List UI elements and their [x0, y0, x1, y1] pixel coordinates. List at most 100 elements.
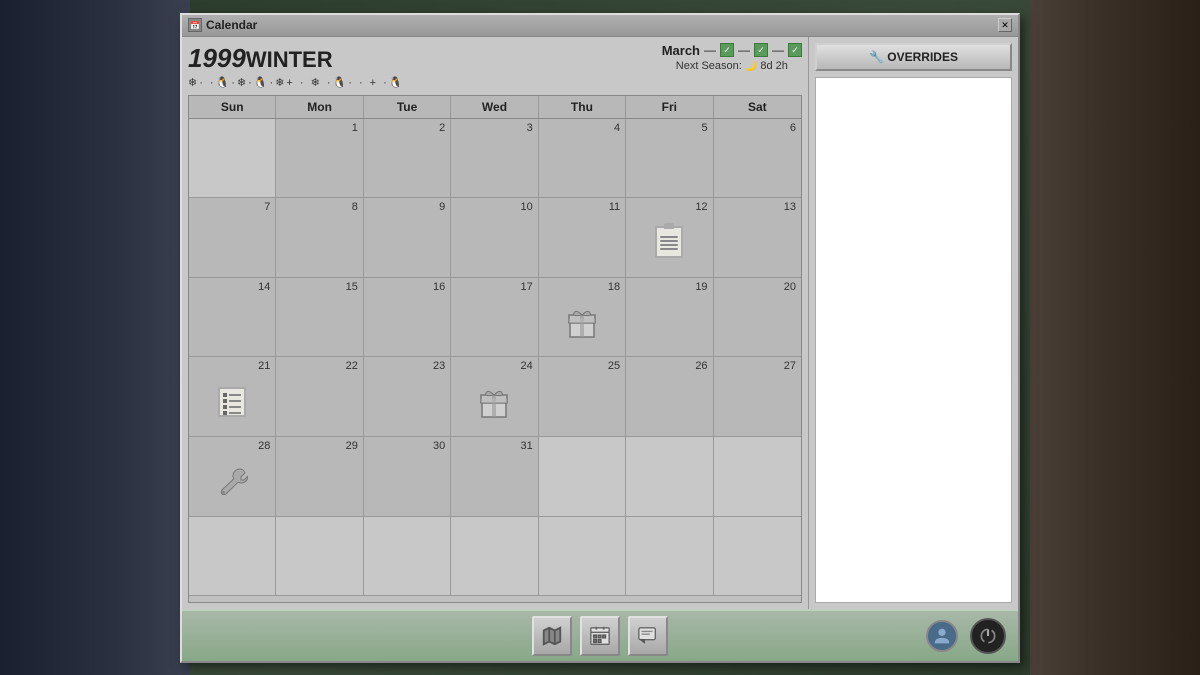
calendar-cell[interactable]: 23 — [364, 357, 451, 437]
calendar-cell[interactable] — [539, 437, 626, 517]
next-season: Next Season: 🌙 8d 2h — [662, 60, 802, 72]
cell-day-number: 2 — [439, 122, 445, 134]
calendar-cell[interactable]: 2 — [364, 119, 451, 199]
calendar-cell[interactable]: 28 — [189, 437, 276, 517]
calendar-cell[interactable] — [189, 517, 276, 597]
calendar-cell[interactable] — [714, 517, 801, 597]
cell-day-number: 6 — [790, 122, 796, 134]
calendar-cell[interactable]: 30 — [364, 437, 451, 517]
calendar-cell[interactable]: 25 — [539, 357, 626, 437]
season-label: WINTER — [246, 47, 333, 73]
cell-day-number: 11 — [609, 201, 620, 213]
header-wed: Wed — [451, 96, 538, 118]
dash1: — — [704, 43, 716, 57]
calendar-header: 1999 WINTER ❄· ·🐧·❄·🐧·❄+ · ❄ ·🐧· · + ·🐧 … — [188, 43, 802, 89]
cell-day-number: 8 — [352, 201, 358, 213]
calendar-cell[interactable]: 26 — [626, 357, 713, 437]
header-sat: Sat — [714, 96, 801, 118]
cell-day-number: 13 — [784, 201, 796, 213]
month-label: March — [662, 43, 700, 58]
cell-day-number: 5 — [701, 122, 707, 134]
calendar-cell[interactable]: 8 — [276, 198, 363, 278]
gift-icon — [478, 385, 510, 419]
cell-day-number: 29 — [346, 440, 358, 452]
calendar-cell[interactable]: 16 — [364, 278, 451, 358]
map-button[interactable] — [532, 616, 572, 656]
calendar-window: 📅 Calendar ✕ 1999 WINTER ❄· ·🐧·❄·🐧·❄+ · … — [180, 13, 1020, 663]
cell-day-number: 19 — [695, 281, 707, 293]
header-tue: Tue — [364, 96, 451, 118]
cell-day-number: 1 — [352, 122, 358, 134]
calendar-cell[interactable]: 17 — [451, 278, 538, 358]
cell-day-number: 28 — [258, 440, 270, 452]
power-button[interactable] — [970, 618, 1006, 654]
user-avatar — [926, 620, 958, 652]
calendar-cell[interactable]: 4 — [539, 119, 626, 199]
calendar-cell[interactable]: 24 — [451, 357, 538, 437]
cell-day-number: 4 — [614, 122, 620, 134]
calendar-cell[interactable] — [451, 517, 538, 597]
calendar-cell[interactable] — [714, 437, 801, 517]
sidebar-panel: 🔧 OVERRIDES — [808, 37, 1018, 609]
chat-button[interactable] — [628, 616, 668, 656]
calendar-cell[interactable] — [626, 437, 713, 517]
cell-day-number: 22 — [346, 360, 358, 372]
calendar-grid: 123456789101112 131415161718 — [189, 119, 801, 597]
cell-day-number: 27 — [784, 360, 796, 372]
calendar-cell[interactable] — [189, 119, 276, 199]
calendar-cell[interactable]: 21 — [189, 357, 276, 437]
calendar-cell[interactable]: 15 — [276, 278, 363, 358]
calendar-cell[interactable] — [276, 517, 363, 597]
check1: ✓ — [720, 43, 734, 57]
screen-background: 📅 Calendar ✕ 1999 WINTER ❄· ·🐧·❄·🐧·❄+ · … — [0, 0, 1200, 675]
penguin-decoration: ❄· ·🐧·❄·🐧·❄+ · ❄ ·🐧· · + ·🐧 — [188, 76, 405, 89]
calendar-cell[interactable]: 9 — [364, 198, 451, 278]
moon-icon: 🌙 — [745, 61, 757, 72]
calendar-cell[interactable]: 5 — [626, 119, 713, 199]
calendar-cell[interactable]: 12 — [626, 198, 713, 278]
gift-icon — [566, 305, 598, 339]
calendar-cell[interactable] — [364, 517, 451, 597]
calendar-cell[interactable]: 14 — [189, 278, 276, 358]
overrides-button[interactable]: 🔧 OVERRIDES — [815, 43, 1012, 71]
year-season: 1999 WINTER — [188, 43, 405, 74]
cell-day-number: 12 — [695, 201, 707, 213]
calendar-cell[interactable]: 6 — [714, 119, 801, 199]
wrench-icon — [216, 465, 248, 497]
dash2: — — [738, 43, 750, 57]
calendar-cell[interactable]: 7 — [189, 198, 276, 278]
cell-day-number: 23 — [433, 360, 445, 372]
window-icon: 📅 — [188, 18, 202, 32]
check2: ✓ — [754, 43, 768, 57]
cell-day-number: 18 — [608, 281, 620, 293]
calendar-cell[interactable]: 13 — [714, 198, 801, 278]
list-icon — [218, 387, 246, 417]
header-sun: Sun — [189, 96, 276, 118]
calendar-cell[interactable]: 18 — [539, 278, 626, 358]
calendar-cell[interactable]: 19 — [626, 278, 713, 358]
calendar-button[interactable] — [580, 616, 620, 656]
calendar-cell[interactable]: 11 — [539, 198, 626, 278]
calendar-cell[interactable]: 27 — [714, 357, 801, 437]
cell-day-number: 7 — [264, 201, 270, 213]
calendar-cell[interactable]: 3 — [451, 119, 538, 199]
calendar-cell[interactable]: 31 — [451, 437, 538, 517]
cell-day-number: 31 — [520, 440, 532, 452]
calendar-area: 1999 WINTER ❄· ·🐧·❄·🐧·❄+ · ❄ ·🐧· · + ·🐧 … — [182, 37, 808, 609]
cell-day-number: 20 — [784, 281, 796, 293]
header-fri: Fri — [626, 96, 713, 118]
calendar-cell[interactable] — [539, 517, 626, 597]
calendar-cell[interactable]: 20 — [714, 278, 801, 358]
close-button[interactable]: ✕ — [998, 18, 1012, 32]
calendar-cell[interactable]: 10 — [451, 198, 538, 278]
calendar-cell[interactable]: 1 — [276, 119, 363, 199]
window-title: Calendar — [206, 18, 257, 32]
room-left-bg — [0, 0, 190, 675]
cell-day-number: 30 — [433, 440, 445, 452]
calendar-cell[interactable]: 29 — [276, 437, 363, 517]
calendar-cell[interactable] — [626, 517, 713, 597]
room-right-bg — [1030, 0, 1200, 675]
overrides-content — [815, 77, 1012, 603]
calendar-cell[interactable]: 22 — [276, 357, 363, 437]
month-info: March — ✓ — ✓ — ✓ Next Season: 🌙 8d 2h — [662, 43, 802, 72]
